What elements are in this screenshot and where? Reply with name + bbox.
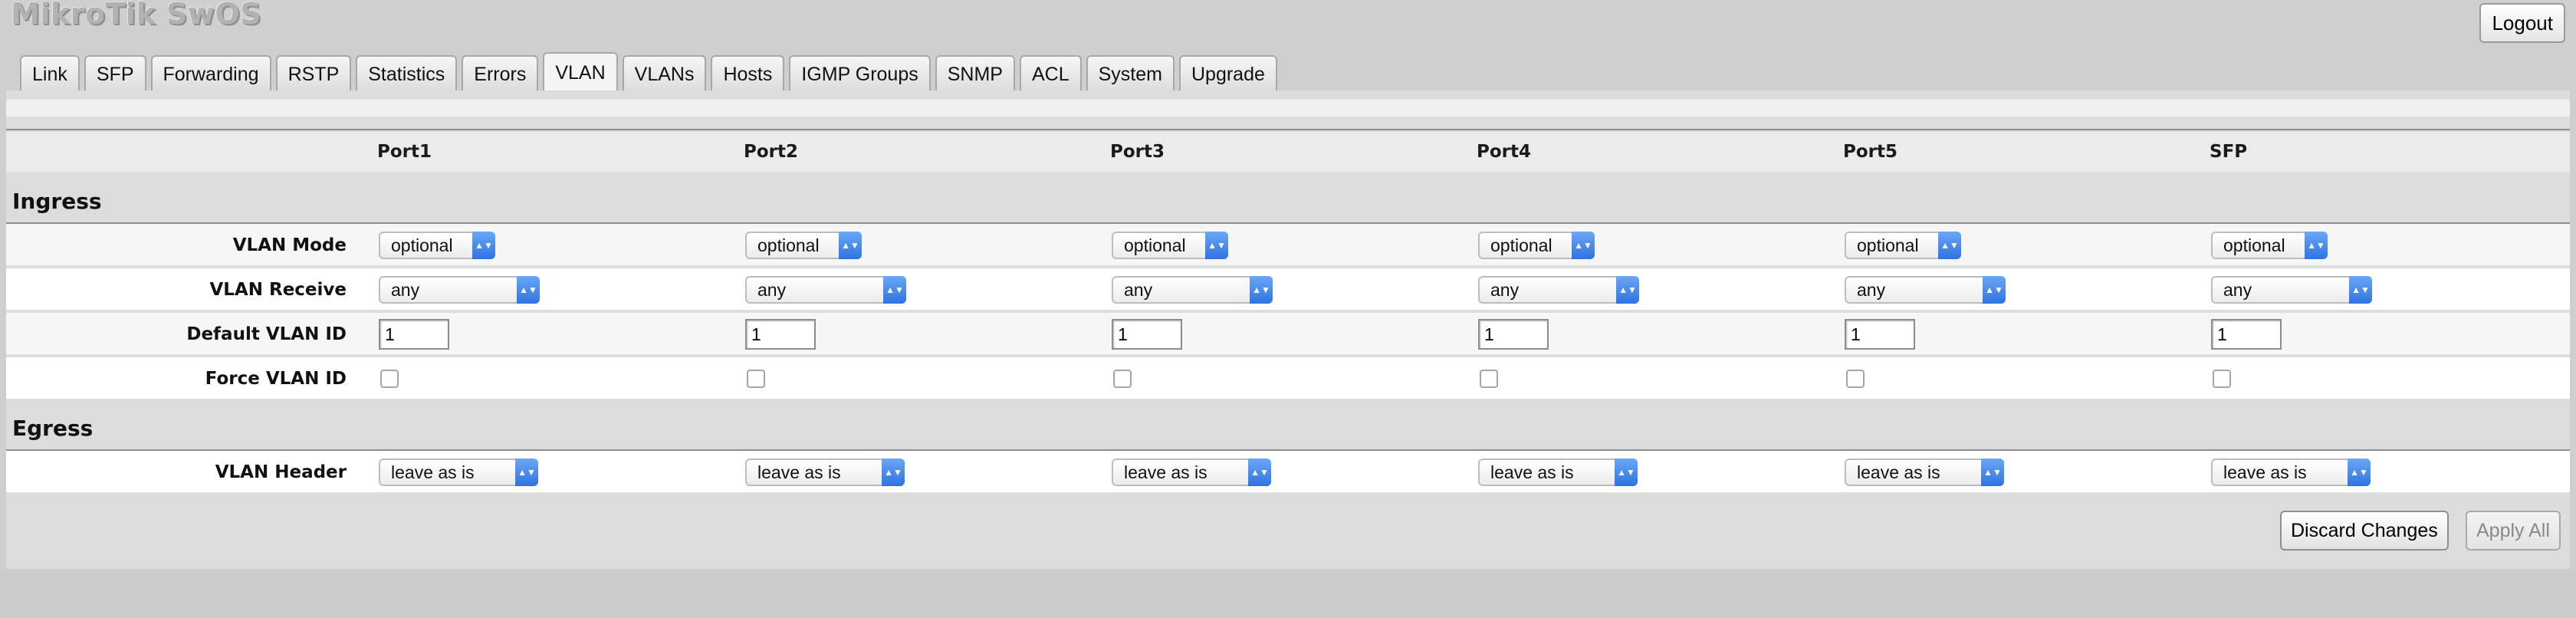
vlan-receive-select-port5[interactable]: any ▲▼: [1845, 276, 2006, 304]
force-vlan-id-checkbox-sfp[interactable]: [2213, 370, 2231, 388]
vlan-header-select-sfp[interactable]: leave as is ▲▼: [2211, 459, 2371, 486]
tab-forwarding[interactable]: Forwarding: [150, 55, 271, 92]
force-vlan-id-checkbox-port5[interactable]: [1846, 370, 1865, 388]
tab-vlan[interactable]: VLAN: [543, 52, 618, 92]
select-arrows-icon: ▲▼: [883, 276, 906, 304]
vlan-mode-select-port2[interactable]: optional ▲▼: [745, 232, 862, 259]
default-vlan-id-input-port5[interactable]: [1845, 319, 1915, 350]
select-arrows-icon: ▲▼: [1615, 459, 1638, 486]
tab-sfp[interactable]: SFP: [84, 55, 146, 92]
port-header-port2: Port2: [744, 142, 798, 162]
select-arrows-icon: ▲▼: [515, 459, 538, 486]
app-title: MikroTik SwOS: [11, 0, 262, 31]
vlan-panel: Port1 Port2 Port3 Port4 Port5 SFP Ingres…: [6, 90, 2570, 569]
tab-statistics[interactable]: Statistics: [356, 55, 458, 92]
divider: [6, 129, 2570, 130]
select-arrows-icon: ▲▼: [1616, 276, 1639, 304]
vlan-header-select-port3[interactable]: leave as is ▲▼: [1112, 459, 1271, 486]
footer-band: [0, 569, 2576, 618]
row-vlan-receive: VLAN Receive any ▲▼ any ▲▼ any ▲▼ any ▲▼ any…: [6, 268, 2570, 311]
select-arrows-icon: ▲▼: [1983, 276, 2006, 304]
vlan-header-select-port2[interactable]: leave as is ▲▼: [745, 459, 905, 486]
vlan-header-select-port1[interactable]: leave as is ▲▼: [379, 459, 538, 486]
force-vlan-id-checkbox-port2[interactable]: [747, 370, 765, 388]
select-arrows-icon: ▲▼: [1248, 459, 1271, 486]
force-vlan-id-checkbox-port4[interactable]: [1480, 370, 1498, 388]
vlan-mode-select-port4[interactable]: optional ▲▼: [1478, 232, 1595, 259]
default-vlan-id-input-port4[interactable]: [1478, 319, 1549, 350]
tab-link[interactable]: Link: [20, 55, 80, 92]
tab-vlans[interactable]: VLANs: [622, 55, 707, 92]
select-arrows-icon: ▲▼: [1250, 276, 1273, 304]
apply-all-button[interactable]: Apply All: [2466, 511, 2561, 551]
default-vlan-id-input-port1[interactable]: [379, 319, 449, 350]
select-arrows-icon: ▲▼: [882, 459, 905, 486]
tab-hosts[interactable]: Hosts: [711, 55, 785, 92]
tab-system[interactable]: System: [1086, 55, 1175, 92]
vlan-mode-select-port3[interactable]: optional ▲▼: [1112, 232, 1228, 259]
force-vlan-id-checkbox-port3[interactable]: [1113, 370, 1132, 388]
logout-button[interactable]: Logout: [2479, 3, 2565, 43]
row-label-vlan-header: VLAN Header: [215, 462, 347, 482]
force-vlan-id-checkbox-port1[interactable]: [380, 370, 399, 388]
row-default-vlan-id: Default VLAN ID: [6, 313, 2570, 356]
default-vlan-id-input-port3[interactable]: [1112, 319, 1182, 350]
tab-bar: Link SFP Forwarding RSTP Statistics Erro…: [20, 52, 1277, 92]
vlan-mode-select-sfp[interactable]: optional ▲▼: [2211, 232, 2328, 259]
row-vlan-header: VLAN Header leave as is ▲▼ leave as is ▲▼ …: [6, 451, 2570, 494]
row-label-vlan-receive: VLAN Receive: [209, 280, 347, 300]
vlan-mode-select-port5[interactable]: optional ▲▼: [1845, 232, 1961, 259]
select-arrows-icon: ▲▼: [2348, 459, 2371, 486]
discard-changes-button[interactable]: Discard Changes: [2280, 511, 2449, 551]
tab-snmp[interactable]: SNMP: [935, 55, 1015, 92]
tab-upgrade[interactable]: Upgrade: [1178, 55, 1277, 92]
section-title-ingress: Ingress: [12, 189, 102, 214]
select-arrows-icon: ▲▼: [2349, 276, 2372, 304]
vlan-receive-select-sfp[interactable]: any ▲▼: [2211, 276, 2372, 304]
vlan-header-select-port5[interactable]: leave as is ▲▼: [1845, 459, 2004, 486]
select-arrows-icon: ▲▼: [517, 276, 540, 304]
tab-acl[interactable]: ACL: [1019, 55, 1082, 92]
port-header-row: Port1 Port2 Port3 Port4 Port5 SFP: [6, 132, 2570, 172]
vlan-receive-select-port1[interactable]: any ▲▼: [379, 276, 540, 304]
port-header-sfp: SFP: [2210, 142, 2248, 162]
vlan-receive-select-port2[interactable]: any ▲▼: [745, 276, 906, 304]
select-arrows-icon: ▲▼: [472, 232, 495, 259]
default-vlan-id-input-port2[interactable]: [745, 319, 816, 350]
vlan-header-select-port4[interactable]: leave as is ▲▼: [1478, 459, 1638, 486]
port-header-port1: Port1: [377, 142, 432, 162]
vlan-receive-select-port3[interactable]: any ▲▼: [1112, 276, 1273, 304]
select-arrows-icon: ▲▼: [1981, 459, 2004, 486]
row-vlan-mode: VLAN Mode optional ▲▼ optional ▲▼ optional…: [6, 224, 2570, 267]
select-arrows-icon: ▲▼: [1205, 232, 1228, 259]
tab-errors[interactable]: Errors: [462, 55, 539, 92]
tab-igmp-groups[interactable]: IGMP Groups: [789, 55, 931, 92]
section-title-egress: Egress: [12, 416, 94, 441]
port-header-port3: Port3: [1110, 142, 1165, 162]
row-label-force-vlan-id: Force VLAN ID: [205, 369, 347, 389]
panel-strip: [6, 100, 2570, 117]
select-arrows-icon: ▲▼: [1572, 232, 1595, 259]
select-arrows-icon: ▲▼: [839, 232, 862, 259]
select-arrows-icon: ▲▼: [2305, 232, 2328, 259]
row-label-default-vlan-id: Default VLAN ID: [186, 324, 347, 344]
port-header-port4: Port4: [1477, 142, 1531, 162]
row-force-vlan-id: Force VLAN ID: [6, 357, 2570, 400]
select-arrows-icon: ▲▼: [1938, 232, 1961, 259]
tab-rstp[interactable]: RSTP: [275, 55, 352, 92]
port-header-port5: Port5: [1843, 142, 1898, 162]
row-label-vlan-mode: VLAN Mode: [232, 235, 347, 255]
vlan-mode-select-port1[interactable]: optional ▲▼: [379, 232, 495, 259]
default-vlan-id-input-sfp[interactable]: [2211, 319, 2282, 350]
vlan-receive-select-port4[interactable]: any ▲▼: [1478, 276, 1639, 304]
